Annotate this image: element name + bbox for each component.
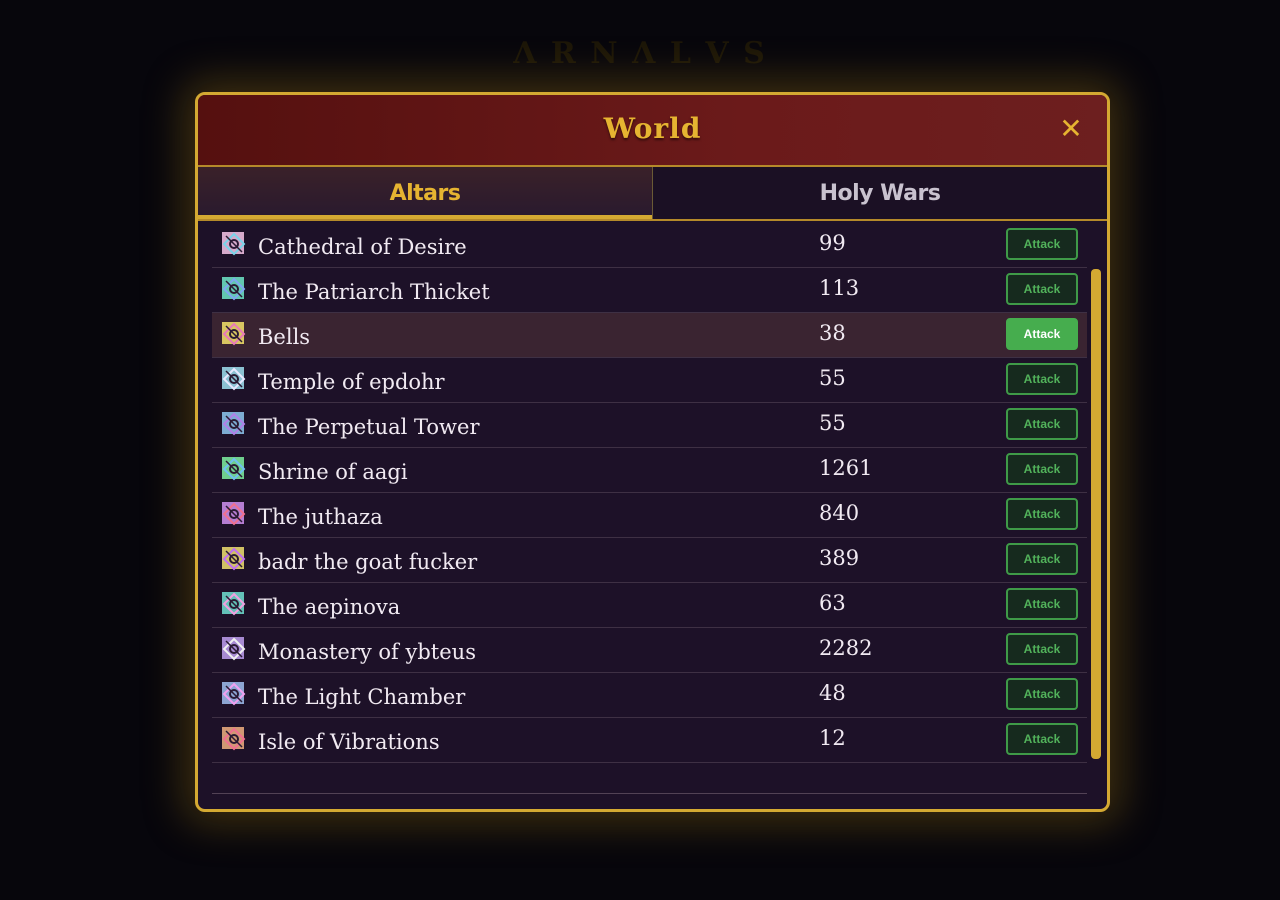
altar-score: 38 <box>819 321 846 345</box>
background-title: Λ R N Λ L V S <box>513 36 767 71</box>
altar-list: Cathedral of Desire 99 Attack The Patriarch… <box>212 223 1087 793</box>
attack-button[interactable]: Attack <box>1006 273 1078 305</box>
altar-score: 55 <box>819 411 846 435</box>
attack-button[interactable]: Attack <box>1006 543 1078 575</box>
attack-button[interactable]: Attack <box>1006 723 1078 755</box>
altar-name: The aepinova <box>258 595 401 619</box>
altar-score: 63 <box>819 591 846 615</box>
altar-score: 2282 <box>819 636 873 660</box>
close-icon[interactable]: ✕ <box>1055 113 1087 145</box>
altar-sigil-icon <box>220 500 248 528</box>
altar-name: The Perpetual Tower <box>258 415 480 439</box>
altar-name: The Patriarch Thicket <box>258 280 490 304</box>
altar-sigil-icon <box>220 230 248 258</box>
attack-button[interactable]: Attack <box>1006 453 1078 485</box>
altar-name: Temple of epdohr <box>258 370 445 394</box>
altar-name: Isle of Vibrations <box>258 730 440 754</box>
altar-row: The Patriarch Thicket 113 Attack <box>212 268 1087 313</box>
altar-sigil-icon <box>220 410 248 438</box>
altar-row: The aepinova 63 Attack <box>212 583 1087 628</box>
altar-row: Monastery of ybteus 2282 Attack <box>212 628 1087 673</box>
altar-score: 840 <box>819 501 860 525</box>
world-dialog: World ✕ Altars Holy Wars Cathedral of De… <box>195 92 1110 812</box>
altar-row: Cathedral of Desire 99 Attack <box>212 223 1087 268</box>
altar-score: 99 <box>819 231 846 255</box>
altar-name: The juthaza <box>258 505 383 529</box>
attack-button[interactable]: Attack <box>1006 408 1078 440</box>
altar-name: Shrine of aagi <box>258 460 408 484</box>
dialog-title: World <box>603 112 702 145</box>
altar-row: Shrine of aagi 1261 Attack <box>212 448 1087 493</box>
altar-sigil-icon <box>220 455 248 483</box>
list-footer-divider <box>212 793 1087 794</box>
altar-sigil-icon <box>220 590 248 618</box>
attack-button[interactable]: Attack <box>1006 318 1078 350</box>
attack-button[interactable]: Attack <box>1006 498 1078 530</box>
altar-name: The Light Chamber <box>258 685 466 709</box>
altar-score: 12 <box>819 726 846 750</box>
altar-sigil-icon <box>220 725 248 753</box>
attack-button[interactable]: Attack <box>1006 588 1078 620</box>
attack-button[interactable]: Attack <box>1006 633 1078 665</box>
altar-sigil-icon <box>220 680 248 708</box>
altar-score: 55 <box>819 366 846 390</box>
altar-row: The juthaza 840 Attack <box>212 493 1087 538</box>
altar-row: Bells 38 Attack <box>212 313 1087 358</box>
altar-name: Cathedral of Desire <box>258 235 467 259</box>
attack-button[interactable]: Attack <box>1006 228 1078 260</box>
scrollbar-thumb[interactable] <box>1091 269 1101 759</box>
dialog-header: World ✕ <box>198 95 1107 167</box>
altar-name: Bells <box>258 325 311 349</box>
altar-score: 113 <box>819 276 860 300</box>
altar-score: 48 <box>819 681 846 705</box>
altar-row: The Light Chamber 48 Attack <box>212 673 1087 718</box>
altar-sigil-icon <box>220 545 248 573</box>
attack-button[interactable]: Attack <box>1006 678 1078 710</box>
altar-sigil-icon <box>220 635 248 663</box>
altar-row: badr the goat fucker 389 Attack <box>212 538 1087 583</box>
altar-sigil-icon <box>220 320 248 348</box>
altar-row: Isle of Vibrations 12 Attack <box>212 718 1087 763</box>
tab-holy-wars[interactable]: Holy Wars <box>652 167 1107 219</box>
altar-sigil-icon <box>220 275 248 303</box>
tab-bar: Altars Holy Wars <box>198 167 1107 221</box>
altar-score: 1261 <box>819 456 873 480</box>
tab-altars[interactable]: Altars <box>198 167 652 219</box>
altar-sigil-icon <box>220 365 248 393</box>
altar-name: badr the goat fucker <box>258 550 478 574</box>
altar-name: Monastery of ybteus <box>258 640 476 664</box>
attack-button[interactable]: Attack <box>1006 363 1078 395</box>
altar-row: The Perpetual Tower 55 Attack <box>212 403 1087 448</box>
altar-score: 389 <box>819 546 860 570</box>
altar-row: Temple of epdohr 55 Attack <box>212 358 1087 403</box>
